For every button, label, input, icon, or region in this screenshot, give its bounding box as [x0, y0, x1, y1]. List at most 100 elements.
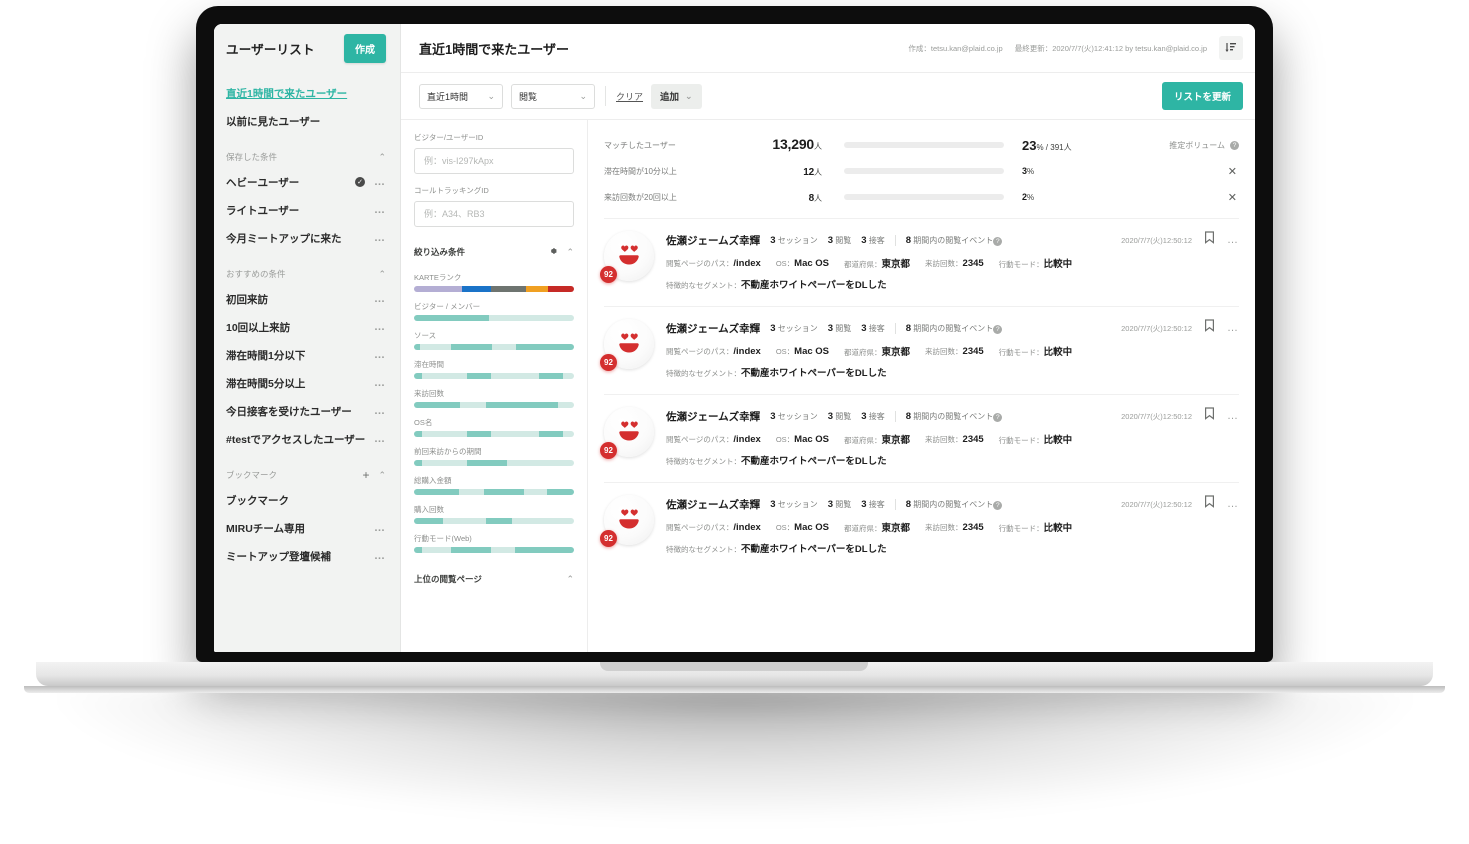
- remove-condition-button[interactable]: ✕: [1228, 165, 1239, 178]
- bookmark-icon[interactable]: [1204, 231, 1215, 249]
- sidebar-item-label: 以前に見たユーザー: [226, 115, 321, 128]
- sidebar-item-1-2[interactable]: 滞在時間1分以下 …: [214, 341, 400, 369]
- sidebar-section-header-2: ブックマーク + ⌃: [214, 453, 400, 486]
- timestamp: 2020/7/7(火)12:50:12: [1121, 235, 1192, 245]
- user-name[interactable]: 佐瀬ジェームズ幸輝: [666, 497, 760, 512]
- bookmark-icon[interactable]: [1204, 319, 1215, 337]
- filter-row-4[interactable]: 来訪回数: [414, 388, 574, 408]
- divider: [894, 410, 896, 422]
- chevron-up-icon[interactable]: ⌃: [378, 470, 386, 481]
- help-icon[interactable]: ?: [993, 236, 1003, 246]
- page-title: 直近1時間で来たユーザー: [419, 41, 569, 57]
- help-icon[interactable]: ?: [1230, 140, 1239, 150]
- sidebar-item-1-3[interactable]: 滞在時間5分以上 …: [214, 369, 400, 397]
- more-horizontal-icon[interactable]: …: [374, 293, 386, 305]
- user-card[interactable]: 92 佐瀬ジェームズ幸輝 3 セッション 3 閲覧 3 接客 8 期間内の閲覧イ…: [600, 218, 1239, 306]
- user-card-actions: 2020/7/7(火)12:50:12 …: [1121, 231, 1239, 249]
- user-name[interactable]: 佐瀬ジェームズ幸輝: [666, 409, 760, 424]
- avatar: 92: [600, 495, 654, 547]
- user-name[interactable]: 佐瀬ジェームズ幸輝: [666, 233, 760, 248]
- sidebar-body: 直近1時間で来たユーザー 以前に見たユーザー 保存した条件 ⌃ ヘビーユーザー …: [214, 73, 400, 652]
- bar-segment: [485, 402, 558, 408]
- bar-segment: [466, 431, 491, 437]
- sidebar-section-header-1: おすすめの条件 ⌃: [214, 252, 400, 285]
- filter-row-1[interactable]: ビジター / メンバー: [414, 301, 574, 321]
- add-button[interactable]: 追加 ⌄: [651, 83, 702, 109]
- user-card[interactable]: 92 佐瀬ジェームズ幸輝 3 セッション 3 閲覧 3 接客 8 期間内の閲覧イ…: [600, 306, 1239, 394]
- stat-row-2: 来訪回数が20回以上 8人 2% ✕: [604, 184, 1239, 210]
- plus-icon[interactable]: +: [362, 469, 369, 481]
- filter-row-6[interactable]: 前回来訪からの期間: [414, 446, 574, 466]
- more-horizontal-icon[interactable]: …: [1227, 234, 1239, 246]
- refine-heading: 絞り込み条件: [414, 247, 466, 257]
- filter-row-9[interactable]: 行動モード(Web): [414, 533, 574, 553]
- sidebar-item-1-5[interactable]: #testでアクセスしたユーザー …: [214, 425, 400, 453]
- sidebar-item-1-0[interactable]: 初回来訪 …: [214, 285, 400, 313]
- more-horizontal-icon[interactable]: …: [374, 522, 386, 534]
- filter-row-2[interactable]: ソース: [414, 330, 574, 350]
- remove-condition-button[interactable]: ✕: [1228, 191, 1239, 204]
- chevron-up-icon[interactable]: ⌃: [566, 247, 574, 258]
- sidebar-item-0-0[interactable]: ヘビーユーザー ✓ …: [214, 168, 400, 196]
- more-horizontal-icon[interactable]: …: [374, 204, 386, 216]
- refresh-list-button[interactable]: リストを更新: [1161, 82, 1243, 110]
- filter-row-8[interactable]: 購入回数: [414, 504, 574, 524]
- sidebar-item-2-2[interactable]: ミートアップ登壇候補 …: [214, 542, 400, 570]
- more-horizontal-icon[interactable]: …: [374, 176, 386, 188]
- sidebar-item-0-1[interactable]: ライトユーザー …: [214, 196, 400, 224]
- more-horizontal-icon[interactable]: …: [374, 321, 386, 333]
- more-horizontal-icon[interactable]: …: [374, 405, 386, 417]
- chevron-up-icon[interactable]: ⌃: [378, 152, 386, 163]
- prefecture: 都道府県：東京都: [844, 259, 911, 270]
- sidebar-item-1-4[interactable]: 今日接客を受けたユーザー …: [214, 397, 400, 425]
- user-name[interactable]: 佐瀬ジェームズ幸輝: [666, 321, 760, 336]
- filter-row-5[interactable]: OS名: [414, 417, 574, 437]
- sidebar-item-primary-0[interactable]: 直近1時間で来たユーザー: [214, 79, 400, 107]
- sidebar-item-label: ブックマーク: [226, 494, 289, 507]
- call-tracking-id-input[interactable]: [414, 201, 574, 227]
- bookmark-icon[interactable]: [1204, 495, 1215, 513]
- filter-row-3[interactable]: 滞在時間: [414, 359, 574, 379]
- filter-row-label: 前回来訪からの期間: [414, 447, 482, 456]
- more-horizontal-icon[interactable]: …: [374, 550, 386, 562]
- event-count: 8 期間内の閲覧イベント?: [906, 235, 1003, 246]
- sidebar-item-1-1[interactable]: 10回以上来訪 …: [214, 313, 400, 341]
- more-horizontal-icon[interactable]: …: [374, 349, 386, 361]
- more-horizontal-icon[interactable]: …: [1227, 498, 1239, 510]
- chevron-up-icon[interactable]: ⌃: [378, 269, 386, 280]
- more-horizontal-icon[interactable]: …: [374, 377, 386, 389]
- sidebar-item-primary-1[interactable]: 以前に見たユーザー: [214, 107, 400, 135]
- sidebar: ユーザーリスト 作成 直近1時間で来たユーザー 以前に見たユーザー 保存した条件…: [214, 24, 401, 652]
- session-count: 3 セッション: [770, 234, 818, 246]
- more-horizontal-icon[interactable]: …: [374, 232, 386, 244]
- sidebar-item-2-0[interactable]: ブックマーク: [214, 486, 400, 514]
- sidebar-item-2-1[interactable]: MIRUチーム専用 …: [214, 514, 400, 542]
- stat-percent: 3%: [1022, 166, 1035, 176]
- user-card[interactable]: 92 佐瀬ジェームズ幸輝 3 セッション 3 閲覧 3 接客 8 期間内の閲覧イ…: [600, 394, 1239, 482]
- type-select[interactable]: 閲覧 ⌄: [511, 83, 595, 109]
- more-horizontal-icon[interactable]: …: [1227, 410, 1239, 422]
- bar-segment: [414, 460, 422, 466]
- gear-icon[interactable]: [548, 243, 558, 261]
- bookmark-icon[interactable]: [1204, 407, 1215, 425]
- sort-descending-icon[interactable]: [1219, 36, 1243, 60]
- score-badge: 92: [600, 442, 617, 459]
- prefecture: 都道府県：東京都: [844, 347, 911, 358]
- refine-section-header: 絞り込み条件 ⌃: [414, 243, 574, 261]
- sidebar-item-label: 10回以上来訪: [226, 321, 291, 334]
- sidebar-item-0-2[interactable]: 今月ミートアップに来た …: [214, 224, 400, 252]
- filter-row-7[interactable]: 総購入金額: [414, 475, 574, 495]
- more-horizontal-icon[interactable]: …: [374, 433, 386, 445]
- chevron-up-icon[interactable]: ⌃: [566, 574, 574, 585]
- clear-link[interactable]: クリア: [616, 90, 643, 103]
- filter-row-0[interactable]: KARTEランク: [414, 272, 574, 292]
- help-icon[interactable]: ?: [993, 324, 1003, 334]
- more-horizontal-icon[interactable]: …: [1227, 322, 1239, 334]
- visitor-id-input[interactable]: [414, 148, 574, 174]
- help-icon[interactable]: ?: [993, 412, 1003, 422]
- create-button[interactable]: 作成: [344, 34, 386, 63]
- score-badge: 92: [600, 530, 617, 547]
- user-card[interactable]: 92 佐瀬ジェームズ幸輝 3 セッション 3 閲覧 3 接客 8 期間内の閲覧イ…: [600, 482, 1239, 570]
- help-icon[interactable]: ?: [993, 500, 1003, 510]
- period-select[interactable]: 直近1時間 ⌄: [419, 83, 503, 109]
